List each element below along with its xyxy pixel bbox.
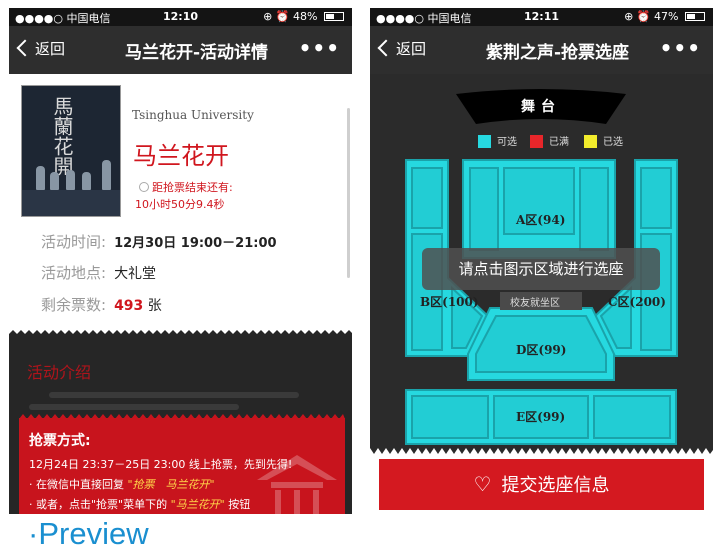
zigzag-divider <box>9 330 352 338</box>
legend-available: 可选 <box>478 133 517 148</box>
heart-icon: ♡ <box>473 472 492 496</box>
place-label: 活动地点: <box>41 264 107 282</box>
blurred-text <box>49 392 299 398</box>
alarm-icon: ⏰ <box>636 10 651 23</box>
back-button[interactable]: 返回 <box>377 38 427 59</box>
available-swatch <box>478 135 491 148</box>
grab-ticket-panel: 抢票方式: 12月24日 23:37－25日 23:00 线上抢票，先到先得! … <box>19 418 345 514</box>
submit-label: 提交选座信息 <box>501 475 610 496</box>
place-value: 大礼堂 <box>114 266 157 282</box>
nav-bar: 返回 马兰花开-活动详情 ••• <box>9 26 352 74</box>
alumni-area-label: 校友就坐区 <box>510 298 560 309</box>
battery-icon <box>685 12 705 21</box>
nav-bar: 返回 紫荆之声-抢票选座 ••• <box>370 26 713 74</box>
grab-method-2-text: · 或者，点击"抢票"菜单下的 <box>29 498 168 511</box>
blurred-text <box>29 404 239 410</box>
full-swatch <box>530 135 543 148</box>
activity-title: 马兰花开 <box>133 142 229 170</box>
more-button[interactable]: ••• <box>660 36 701 60</box>
grab-method-1-text: · 在微信中直接回复 <box>29 478 124 491</box>
back-label: 返回 <box>396 40 427 58</box>
zone-a[interactable] <box>462 159 616 259</box>
grab-method-1: · 在微信中直接回复 "抢票 马兰花开" <box>29 476 215 492</box>
selected-swatch <box>584 135 597 148</box>
preview-caption: ·Preview <box>28 516 149 551</box>
tickets-count: 493 <box>114 298 144 314</box>
time-label: 活动时间: <box>41 233 107 251</box>
tickets-label: 剩余票数: <box>41 296 107 314</box>
status-bar: ●●●●○ 中国电信 12:10 ⊕ ⏰ 48% <box>9 8 352 26</box>
page-title: 马兰花开-活动详情 <box>124 43 269 63</box>
submit-seat-button[interactable]: ♡ 提交选座信息 <box>379 459 704 510</box>
zone-c-label: C区(200) <box>608 295 666 309</box>
battery-status: ⊕ ⏰ 48% <box>263 10 344 23</box>
rotation-lock-icon: ⊕ <box>624 10 634 23</box>
legend-full: 已满 <box>530 133 569 148</box>
chevron-left-icon <box>377 39 395 57</box>
scrollbar[interactable] <box>347 108 350 278</box>
battery-icon <box>324 12 344 21</box>
back-button[interactable]: 返回 <box>16 38 66 59</box>
seat-selection-screen: ●●●●○ 中国电信 12:11 ⊕ ⏰ 47% 返回 紫荆之声-抢票选座 ••… <box>370 8 713 514</box>
more-button[interactable]: ••• <box>299 36 340 60</box>
time-value: 12月30日 19:00－21:00 <box>114 236 277 251</box>
activity-place-row: 活动地点: 大礼堂 <box>41 262 156 283</box>
legend-selected: 已选 <box>584 133 623 148</box>
grab-menu-button-name: "马兰花开" <box>170 498 225 511</box>
legend-available-label: 可选 <box>497 137 517 148</box>
alarm-icon: ⏰ <box>275 10 290 23</box>
countdown: 距抢票结束还有: 10小时50分9.4秒 <box>135 179 233 213</box>
zone-a-label: A区(94) <box>516 213 566 227</box>
intro-title: 活动介绍 <box>27 363 92 382</box>
countdown-label: 距抢票结束还有: <box>152 181 233 194</box>
organizer-label: Tsinghua University <box>132 108 254 122</box>
activity-poster[interactable]: 馬蘭花開 <box>21 85 121 217</box>
zone-d-label: D区(99) <box>516 343 567 357</box>
battery-status: ⊕ ⏰ 47% <box>624 10 705 23</box>
stage-label: 舞台 <box>521 99 561 115</box>
grab-method-2-suffix: 按钮 <box>228 498 251 511</box>
seat-tip-overlay: 请点击图示区域进行选座 <box>422 248 660 290</box>
clock-icon <box>139 182 149 192</box>
chevron-left-icon <box>16 39 34 57</box>
rotation-lock-icon: ⊕ <box>263 10 273 23</box>
page-title: 紫荆之声-抢票选座 <box>485 43 630 63</box>
zone-e-label: E区(99) <box>516 410 566 424</box>
legend-full-label: 已满 <box>549 137 569 148</box>
poster-calligraphy: 馬蘭花開 <box>50 96 74 176</box>
battery-percent: 47% <box>654 10 679 23</box>
grab-title: 抢票方式: <box>29 433 91 449</box>
tickets-row: 剩余票数: 493 张 <box>41 294 162 315</box>
battery-percent: 48% <box>293 10 318 23</box>
activity-detail-screen: ●●●●○ 中国电信 12:10 ⊕ ⏰ 48% 返回 马兰花开-活动详情 ••… <box>9 8 352 514</box>
status-bar: ●●●●○ 中国电信 12:11 ⊕ ⏰ 47% <box>370 8 713 26</box>
zone-b-label: B区(100) <box>420 295 479 309</box>
countdown-value: 10小时50分9.4秒 <box>135 198 225 211</box>
grab-method-2: · 或者，点击"抢票"菜单下的 "马兰花开" 按钮 <box>29 496 250 512</box>
tickets-unit: 张 <box>147 298 162 314</box>
grab-keyword: "抢票 马兰花开" <box>127 478 215 491</box>
grab-schedule: 12月24日 23:37－25日 23:00 线上抢票，先到先得! <box>29 458 293 471</box>
back-label: 返回 <box>35 40 66 58</box>
legend-selected-label: 已选 <box>603 137 623 148</box>
activity-time-row: 活动时间: 12月30日 19:00－21:00 <box>41 231 277 252</box>
